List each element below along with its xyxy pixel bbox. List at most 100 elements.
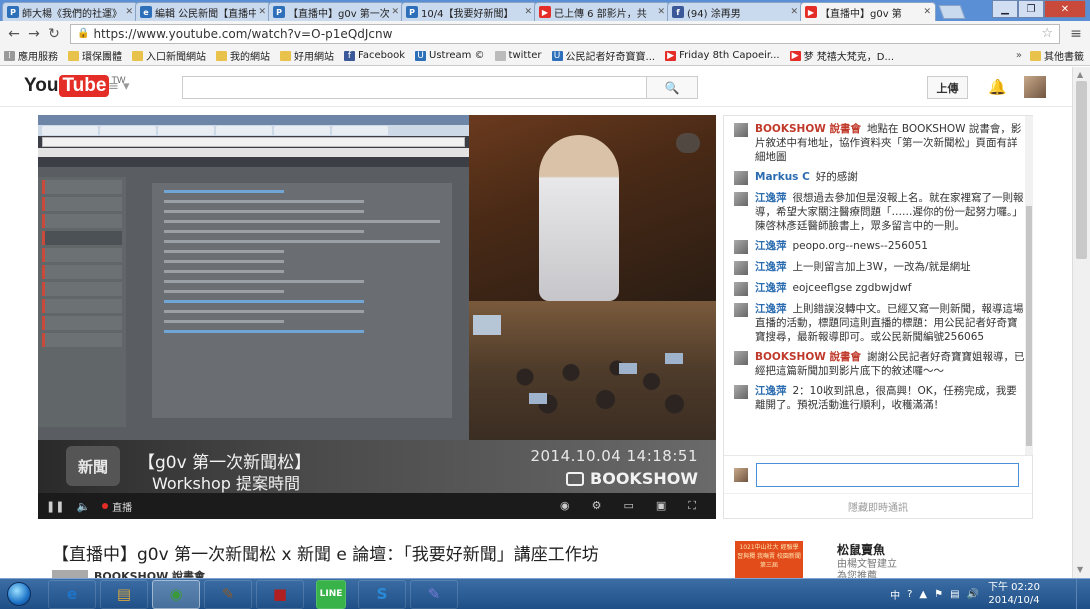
taskbar-app-icon[interactable]: ■ xyxy=(256,579,304,609)
bookmark-item[interactable]: f Facebook xyxy=(344,48,405,63)
cast-icon[interactable]: ▣ xyxy=(656,499,666,513)
taskbar-app-icon[interactable]: e xyxy=(48,579,96,609)
chevron-double-icon[interactable]: » xyxy=(1016,50,1022,61)
notification-bell-icon[interactable]: 🔔 xyxy=(988,78,1007,96)
new-tab-button[interactable] xyxy=(938,5,966,19)
browser-tab[interactable]: f (94) 涂再男 ✕ xyxy=(667,2,803,21)
chat-input[interactable] xyxy=(756,462,1019,487)
chat-scrollbar-thumb[interactable] xyxy=(1026,206,1032,446)
minimize-icon[interactable]: ▁ xyxy=(992,0,1018,18)
upload-button[interactable]: 上傳 xyxy=(927,76,968,99)
bookmark-item[interactable]: U 公民記者好奇寶寶... xyxy=(551,48,656,63)
speaker-icon[interactable]: 🔊 xyxy=(967,589,979,600)
video-player[interactable]: 新聞 【g0v 第一次新聞松】 Workshop 提案時間 2014.10.04… xyxy=(38,115,716,519)
show-desktop-button[interactable] xyxy=(1076,579,1090,609)
volume-icon[interactable]: 🔈 xyxy=(76,500,90,513)
bookmark-item[interactable]: 入口新聞網站 xyxy=(132,48,206,63)
taskbar-app-icon[interactable]: ✎ xyxy=(410,579,458,609)
taskbar-app-icon[interactable]: ▤ xyxy=(100,579,148,609)
bookmark-item[interactable]: ⁞ 應用服務 xyxy=(4,48,58,63)
browser-tab[interactable]: P 10/4【我要好新聞】 ✕ xyxy=(401,2,537,21)
my-avatar xyxy=(734,467,748,482)
help-icon[interactable]: ? xyxy=(907,589,912,600)
chat-avatar[interactable] xyxy=(734,261,748,275)
hide-chat-button[interactable]: 隱藏即時通訊 xyxy=(724,493,1032,519)
scroll-up-icon[interactable]: ▲ xyxy=(1077,70,1083,79)
taskbar-app-icon[interactable]: S xyxy=(358,579,406,609)
pause-icon[interactable]: ❚❚ xyxy=(46,500,64,513)
chat-author[interactable]: 江逸萍 xyxy=(755,385,787,397)
overlay-brand-text: BOOKSHOW xyxy=(590,469,698,488)
bookmark-item[interactable]: ▶ 梦 梵禧大梵克，D... xyxy=(789,48,894,63)
taskbar-app-icon[interactable]: ◉ xyxy=(152,579,200,609)
settings-gear-icon[interactable]: ⚙ xyxy=(592,499,602,513)
taskbar-app-icon[interactable]: ✎ xyxy=(204,579,252,609)
chat-avatar[interactable] xyxy=(734,303,748,317)
browser-tab[interactable]: ▶ 已上傳 6 部影片，共 ✕ xyxy=(534,2,670,21)
tab-close-icon[interactable]: ✕ xyxy=(125,7,133,17)
browser-tab[interactable]: e編輯 公民新聞【直播中】✕ xyxy=(135,2,271,21)
other-bookmarks[interactable]: » 其他書籤 xyxy=(1016,48,1084,63)
chat-avatar[interactable] xyxy=(734,351,748,365)
close-window-icon[interactable]: ✕ xyxy=(1044,0,1086,18)
scroll-down-icon[interactable]: ▼ xyxy=(1077,565,1083,574)
restore-icon[interactable]: ❐ xyxy=(1018,0,1044,18)
guide-menu-icon[interactable]: ≡ ▾ xyxy=(108,79,130,94)
address-bar[interactable]: 🔒 https://www.youtube.com/watch?v=O-p1eQ… xyxy=(70,23,1060,44)
live-indicator[interactable]: 直播 xyxy=(102,499,132,514)
search-input[interactable] xyxy=(182,76,647,99)
forward-icon[interactable]: → xyxy=(24,26,44,42)
search-button[interactable]: 🔍 xyxy=(646,76,698,99)
tab-close-icon[interactable]: ✕ xyxy=(657,7,665,17)
scrollbar-thumb[interactable] xyxy=(1076,81,1087,259)
tab-close-icon[interactable]: ✕ xyxy=(258,7,266,17)
chat-avatar[interactable] xyxy=(734,240,748,254)
annotations-icon[interactable]: ◉ xyxy=(560,499,570,513)
chat-author[interactable]: 江逸萍 xyxy=(755,282,787,294)
suggested-video[interactable]: 1021中山社大 經驗學習與獨 我嘸賣 校園新聞 第三屆 松鼠賣魚 由楊文智建立… xyxy=(735,541,1035,582)
bookmark-item[interactable]: twitter xyxy=(494,48,542,63)
page-scrollbar[interactable]: ▲ ▼ xyxy=(1072,67,1090,578)
chat-author[interactable]: BOOKSHOW 說書會 xyxy=(755,123,861,135)
bookmark-item[interactable]: U Ustream © xyxy=(415,48,485,63)
bookmark-item[interactable]: 我的網站 xyxy=(216,48,270,63)
chat-author[interactable]: 江逸萍 xyxy=(755,240,787,252)
flag-icon[interactable]: ⚑ xyxy=(934,589,943,600)
theater-mode-icon[interactable]: ▭ xyxy=(623,499,633,513)
chat-author[interactable]: 江逸萍 xyxy=(755,303,787,315)
bookmark-label: 公民記者好奇寶寶... xyxy=(565,52,656,63)
start-button[interactable] xyxy=(0,579,38,609)
account-avatar[interactable] xyxy=(1024,76,1046,98)
chat-author[interactable]: 江逸萍 xyxy=(755,261,787,273)
chat-scrollbar[interactable] xyxy=(1025,116,1033,455)
clock[interactable]: 下午 02:20 2014/10/4 xyxy=(988,581,1040,607)
tab-close-icon[interactable]: ✕ xyxy=(391,7,399,17)
chat-avatar[interactable] xyxy=(734,192,748,206)
chat-avatar[interactable] xyxy=(734,385,748,399)
browser-tab[interactable]: P 師大楊《我們的社運》 ✕ xyxy=(2,2,138,21)
chat-author[interactable]: 江逸萍 xyxy=(755,192,787,204)
tray-arrow-icon[interactable]: ▲ xyxy=(919,589,927,600)
bookmark-item[interactable]: ▶ Friday 8th Capoeir... xyxy=(665,48,780,63)
bookmark-item[interactable]: 環保團體 xyxy=(68,48,122,63)
tab-close-icon[interactable]: ✕ xyxy=(524,7,532,17)
back-icon[interactable]: ← xyxy=(4,26,24,42)
tab-close-icon[interactable]: ✕ xyxy=(923,7,931,17)
chat-avatar[interactable] xyxy=(734,171,748,185)
reload-icon[interactable]: ↻ xyxy=(44,26,64,42)
chat-avatar[interactable] xyxy=(734,123,748,137)
bookmark-star-icon[interactable]: ☆ xyxy=(1041,26,1053,41)
chat-author[interactable]: Markus C xyxy=(755,171,810,183)
browser-tab[interactable]: ▶ 【直播中】g0v 第 ✕ xyxy=(800,2,936,21)
bookmark-item[interactable]: 好用網站 xyxy=(280,48,334,63)
menu-icon[interactable]: ≡ xyxy=(1066,26,1086,42)
suggested-thumbnail[interactable]: 1021中山社大 經驗學習與獨 我嘸賣 校園新聞 第三屆 xyxy=(735,541,803,578)
taskbar-app-icon[interactable]: LINE xyxy=(316,579,346,609)
tab-close-icon[interactable]: ✕ xyxy=(790,7,798,17)
chat-author[interactable]: BOOKSHOW 說書會 xyxy=(755,351,861,363)
language-indicator[interactable]: 中 xyxy=(890,587,900,602)
fullscreen-icon[interactable]: ⛶ xyxy=(688,499,696,513)
browser-tab[interactable]: P 【直播中】g0v 第一次新 ✕ xyxy=(268,2,404,21)
chat-avatar[interactable] xyxy=(734,282,748,296)
network-icon[interactable]: ▤ xyxy=(950,589,959,600)
